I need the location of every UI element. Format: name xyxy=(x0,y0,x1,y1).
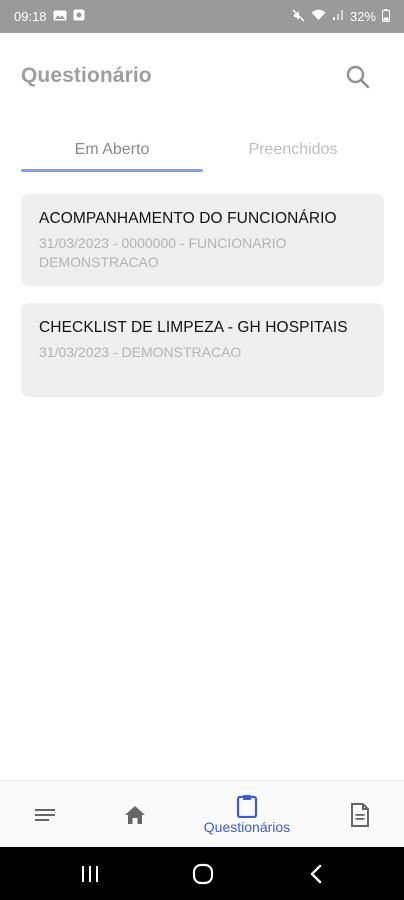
wifi-icon xyxy=(311,9,326,24)
card-title: ACOMPANHAMENTO DO FUNCIONÁRIO xyxy=(39,210,337,227)
bottom-nav: Questionários xyxy=(0,780,404,847)
home-icon xyxy=(125,805,145,824)
tab-em-aberto[interactable]: Em Aberto xyxy=(21,126,203,174)
menu-icon xyxy=(35,808,55,821)
questionnaire-card[interactable]: CHECKLIST DE LIMPEZA - GH HOSPITAIS 31/0… xyxy=(21,303,384,397)
mute-icon xyxy=(292,9,305,25)
signal-icon xyxy=(332,9,344,24)
nav-documents[interactable] xyxy=(330,781,390,848)
system-nav-bar xyxy=(0,847,404,900)
back-button[interactable] xyxy=(296,857,336,891)
card-subtitle: 31/03/2023 - 0000000 - FUNCIONARIO DEMON… xyxy=(39,235,287,270)
back-icon xyxy=(310,864,322,884)
search-icon xyxy=(346,65,370,89)
status-time: 09:18 xyxy=(14,9,47,24)
battery-percent: 32% xyxy=(349,9,376,24)
card-title: CHECKLIST DE LIMPEZA - GH HOSPITAIS xyxy=(39,319,348,336)
battery-icon xyxy=(382,8,390,25)
app-header: Questionário xyxy=(0,33,404,119)
tab-active-indicator xyxy=(21,169,203,172)
gallery-notification-icon xyxy=(53,9,67,24)
status-left: 09:18 xyxy=(14,9,85,24)
recent-apps-icon xyxy=(82,866,98,882)
questionnaire-card[interactable]: ACOMPANHAMENTO DO FUNCIONÁRIO 31/03/2023… xyxy=(21,194,384,286)
recent-apps-button[interactable] xyxy=(70,857,110,891)
status-right: 32% xyxy=(292,8,390,25)
status-bar: 09:18 32% xyxy=(0,0,404,33)
system-home-button[interactable] xyxy=(183,857,223,891)
clipboard-icon xyxy=(236,795,258,818)
document-icon xyxy=(351,802,369,827)
card-subtitle: 31/03/2023 - DEMONSTRACAO xyxy=(39,344,242,360)
nav-home[interactable] xyxy=(105,781,165,848)
page-title: Questionário xyxy=(21,64,152,87)
system-home-icon xyxy=(192,863,214,885)
search-button[interactable] xyxy=(340,59,376,95)
nav-questionarios-label: Questionários xyxy=(203,819,291,835)
app-notification-icon xyxy=(73,9,85,24)
nav-menu[interactable] xyxy=(15,781,75,848)
tab-preenchidos[interactable]: Preenchidos xyxy=(203,126,383,174)
nav-questionarios[interactable]: Questionários xyxy=(190,781,304,848)
tabs: Em Aberto Preenchidos xyxy=(21,126,383,174)
